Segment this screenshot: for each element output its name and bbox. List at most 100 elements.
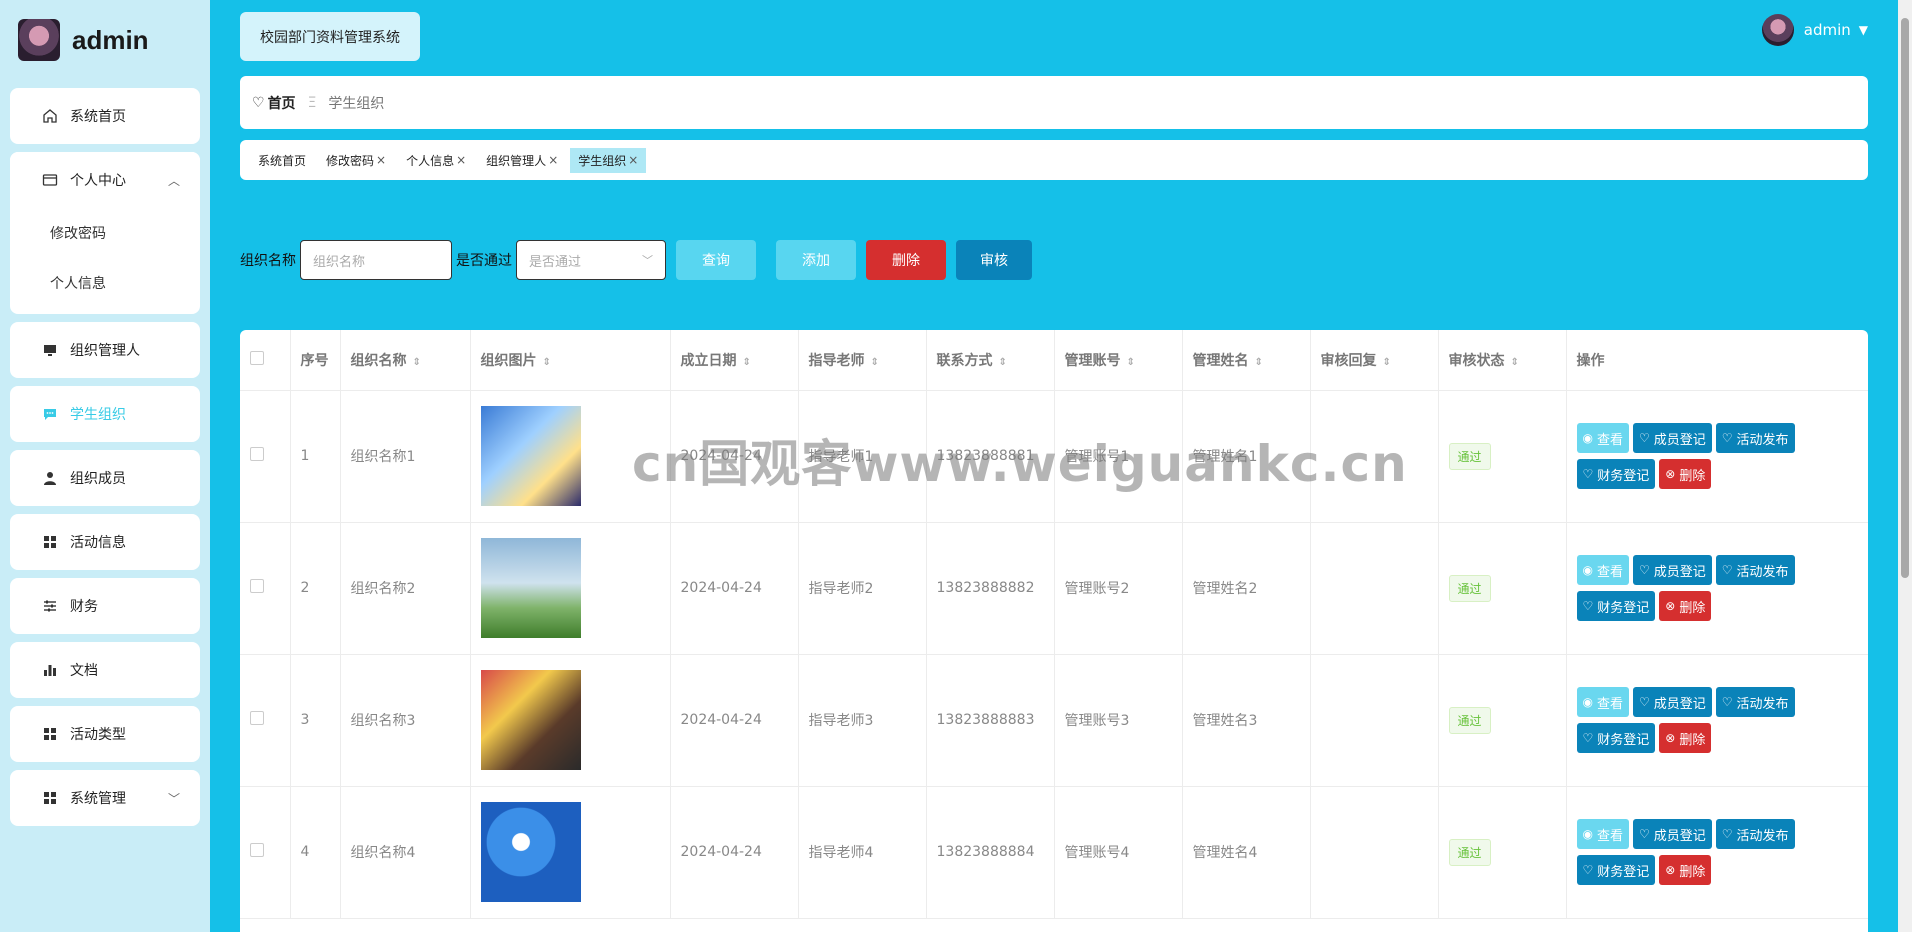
sidebar-item-system-admin[interactable]: 系统管理 ﹀ <box>10 770 200 826</box>
member-register-button[interactable]: ♡ 成员登记 <box>1633 423 1712 453</box>
sort-icon[interactable]: ⇕ <box>999 357 1007 368</box>
member-register-button[interactable]: ♡ 成员登记 <box>1633 687 1712 717</box>
user-icon <box>40 468 60 488</box>
cell-contact: 13823888883 <box>926 654 1055 787</box>
finance-register-button[interactable]: ♡ 财务登记 <box>1576 723 1656 753</box>
activity-publish-button[interactable]: ♡ 活动发布 <box>1715 555 1795 585</box>
add-button[interactable]: 添加 <box>776 240 856 280</box>
sidebar-item-org-manager[interactable]: 组织管理人 <box>10 322 200 378</box>
scrollbar[interactable] <box>1898 0 1912 932</box>
finance-register-button[interactable]: ♡ 财务登记 <box>1576 591 1656 621</box>
cell-reply <box>1310 522 1439 655</box>
heart-icon: ♡ <box>1639 563 1650 577</box>
tag-label: 组织管理人 <box>486 153 547 168</box>
col-header[interactable]: 组织图片 ⇕ <box>470 330 671 391</box>
row-checkbox[interactable] <box>250 843 264 857</box>
close-icon[interactable]: × <box>376 153 386 167</box>
sort-icon[interactable]: ⇕ <box>871 357 879 368</box>
col-header[interactable]: 指导老师 ⇕ <box>798 330 927 391</box>
view-button[interactable]: ◉ 查看 <box>1576 687 1629 717</box>
view-button[interactable]: ◉ 查看 <box>1576 819 1629 849</box>
row-checkbox[interactable] <box>250 579 264 593</box>
sidebar-item-finance[interactable]: 财务 <box>10 578 200 634</box>
finance-register-button[interactable]: ♡ 财务登记 <box>1576 855 1656 885</box>
member-register-button[interactable]: ♡ 成员登记 <box>1633 819 1712 849</box>
view-button[interactable]: ◉ 查看 <box>1576 555 1629 585</box>
sidebar-item-documents[interactable]: 文档 <box>10 642 200 698</box>
heart-icon: ♡ <box>1639 695 1650 709</box>
col-header[interactable]: 联系方式 ⇕ <box>926 330 1055 391</box>
cell-name: 组织名称3 <box>340 654 471 787</box>
scrollbar-thumb[interactable] <box>1901 18 1909 578</box>
user-menu[interactable]: admin ▼ <box>1761 14 1868 46</box>
org-image[interactable] <box>480 670 581 770</box>
tag-org-manager[interactable]: 组织管理人 × <box>478 148 566 173</box>
cell-ops: ◉ 查看 ♡ 成员登记 ♡ 活动发布 ♡ 财务登记 ⊗ 删除 <box>1566 390 1868 523</box>
row-checkbox[interactable] <box>250 711 264 725</box>
tag-personal-info[interactable]: 个人信息 × <box>398 148 474 173</box>
sliders-icon <box>40 596 60 616</box>
sort-icon[interactable]: ⇕ <box>413 357 421 368</box>
sort-icon[interactable]: ⇕ <box>543 357 551 368</box>
close-icon[interactable]: × <box>456 153 466 167</box>
col-header-label: 成立日期 <box>680 352 737 369</box>
col-header[interactable]: 管理姓名 ⇕ <box>1182 330 1311 391</box>
cell-account: 管理账号2 <box>1054 522 1183 655</box>
row-delete-button[interactable]: ⊗ 删除 <box>1659 459 1712 489</box>
tag-home[interactable]: 系统首页 <box>250 148 314 173</box>
query-button[interactable]: 查询 <box>676 240 756 280</box>
pass-select[interactable]: 是否通过 ﹀ <box>516 240 666 280</box>
row-select-cell <box>240 522 291 655</box>
breadcrumb-home[interactable]: ♡ 首页 <box>252 93 296 113</box>
sidebar-item-org-members[interactable]: 组织成员 <box>10 450 200 506</box>
row-delete-button[interactable]: ⊗ 删除 <box>1659 591 1712 621</box>
sidebar-item-profile[interactable]: 个人中心 ︿ <box>10 152 200 208</box>
sort-icon[interactable]: ⇕ <box>1127 357 1135 368</box>
col-header[interactable]: 成立日期 ⇕ <box>670 330 799 391</box>
tag-change-password[interactable]: 修改密码 × <box>318 148 394 173</box>
sidebar-item-home[interactable]: 系统首页 <box>10 88 200 144</box>
select-all-checkbox[interactable] <box>250 350 264 365</box>
member-register-button[interactable]: ♡ 成员登记 <box>1633 555 1712 585</box>
view-button[interactable]: ◉ 查看 <box>1576 423 1629 453</box>
activity-publish-button[interactable]: ♡ 活动发布 <box>1715 819 1795 849</box>
finance-label: 财务登记 <box>1597 600 1650 616</box>
sidebar-subitem-personal-info[interactable]: 个人信息 <box>10 258 200 308</box>
col-header[interactable]: 审核回复 ⇕ <box>1310 330 1439 391</box>
sidebar-subitem-change-password[interactable]: 修改密码 <box>10 208 200 258</box>
finance-register-button[interactable]: ♡ 财务登记 <box>1576 459 1656 489</box>
close-icon[interactable]: × <box>628 153 638 167</box>
heart-icon: ♡ <box>1721 431 1733 445</box>
org-image[interactable] <box>480 802 581 902</box>
activity-publish-button[interactable]: ♡ 活动发布 <box>1715 423 1795 453</box>
sidebar-item-activity-info[interactable]: 活动信息 <box>10 514 200 570</box>
sort-icon[interactable]: ⇕ <box>743 357 751 368</box>
tag-student-org[interactable]: 学生组织 × <box>570 147 647 173</box>
row-select-cell <box>240 786 291 919</box>
heart-icon: ♡ <box>1721 563 1733 577</box>
view-label: 查看 <box>1596 432 1623 448</box>
data-table: 序号 组织名称 ⇕ 组织图片 ⇕ 成立日期 ⇕ 指导老师 ⇕ 联系方式 ⇕ 管理账号 ⇕ 管… <box>240 330 1868 932</box>
close-icon[interactable]: × <box>548 153 558 167</box>
col-header[interactable]: 审核状态 ⇕ <box>1438 330 1567 391</box>
col-header[interactable]: 组织名称 ⇕ <box>340 330 471 391</box>
sort-icon[interactable]: ⇕ <box>1511 357 1519 368</box>
row-delete-button[interactable]: ⊗ 删除 <box>1659 855 1712 885</box>
org-image[interactable] <box>480 406 581 506</box>
home-icon <box>40 106 60 126</box>
member-label: 成员登记 <box>1653 696 1706 712</box>
sort-icon[interactable]: ⇕ <box>1255 357 1263 368</box>
org-image[interactable] <box>480 538 581 638</box>
delete-button[interactable]: 删除 <box>866 240 946 280</box>
audit-button[interactable]: 审核 <box>956 240 1032 280</box>
col-header[interactable]: 管理账号 ⇕ <box>1054 330 1183 391</box>
row-checkbox[interactable] <box>250 447 264 461</box>
org-name-input[interactable]: 组织名称 <box>300 240 452 280</box>
sidebar-item-student-org[interactable]: 学生组织 <box>10 386 200 442</box>
sidebar-item-activity-type[interactable]: 活动类型 <box>10 706 200 762</box>
sort-icon[interactable]: ⇕ <box>1383 357 1391 368</box>
eye-icon: ◉ <box>1582 695 1593 709</box>
activity-publish-button[interactable]: ♡ 活动发布 <box>1715 687 1795 717</box>
row-delete-button[interactable]: ⊗ 删除 <box>1659 723 1712 753</box>
pass-label: 是否通过 <box>456 253 512 269</box>
